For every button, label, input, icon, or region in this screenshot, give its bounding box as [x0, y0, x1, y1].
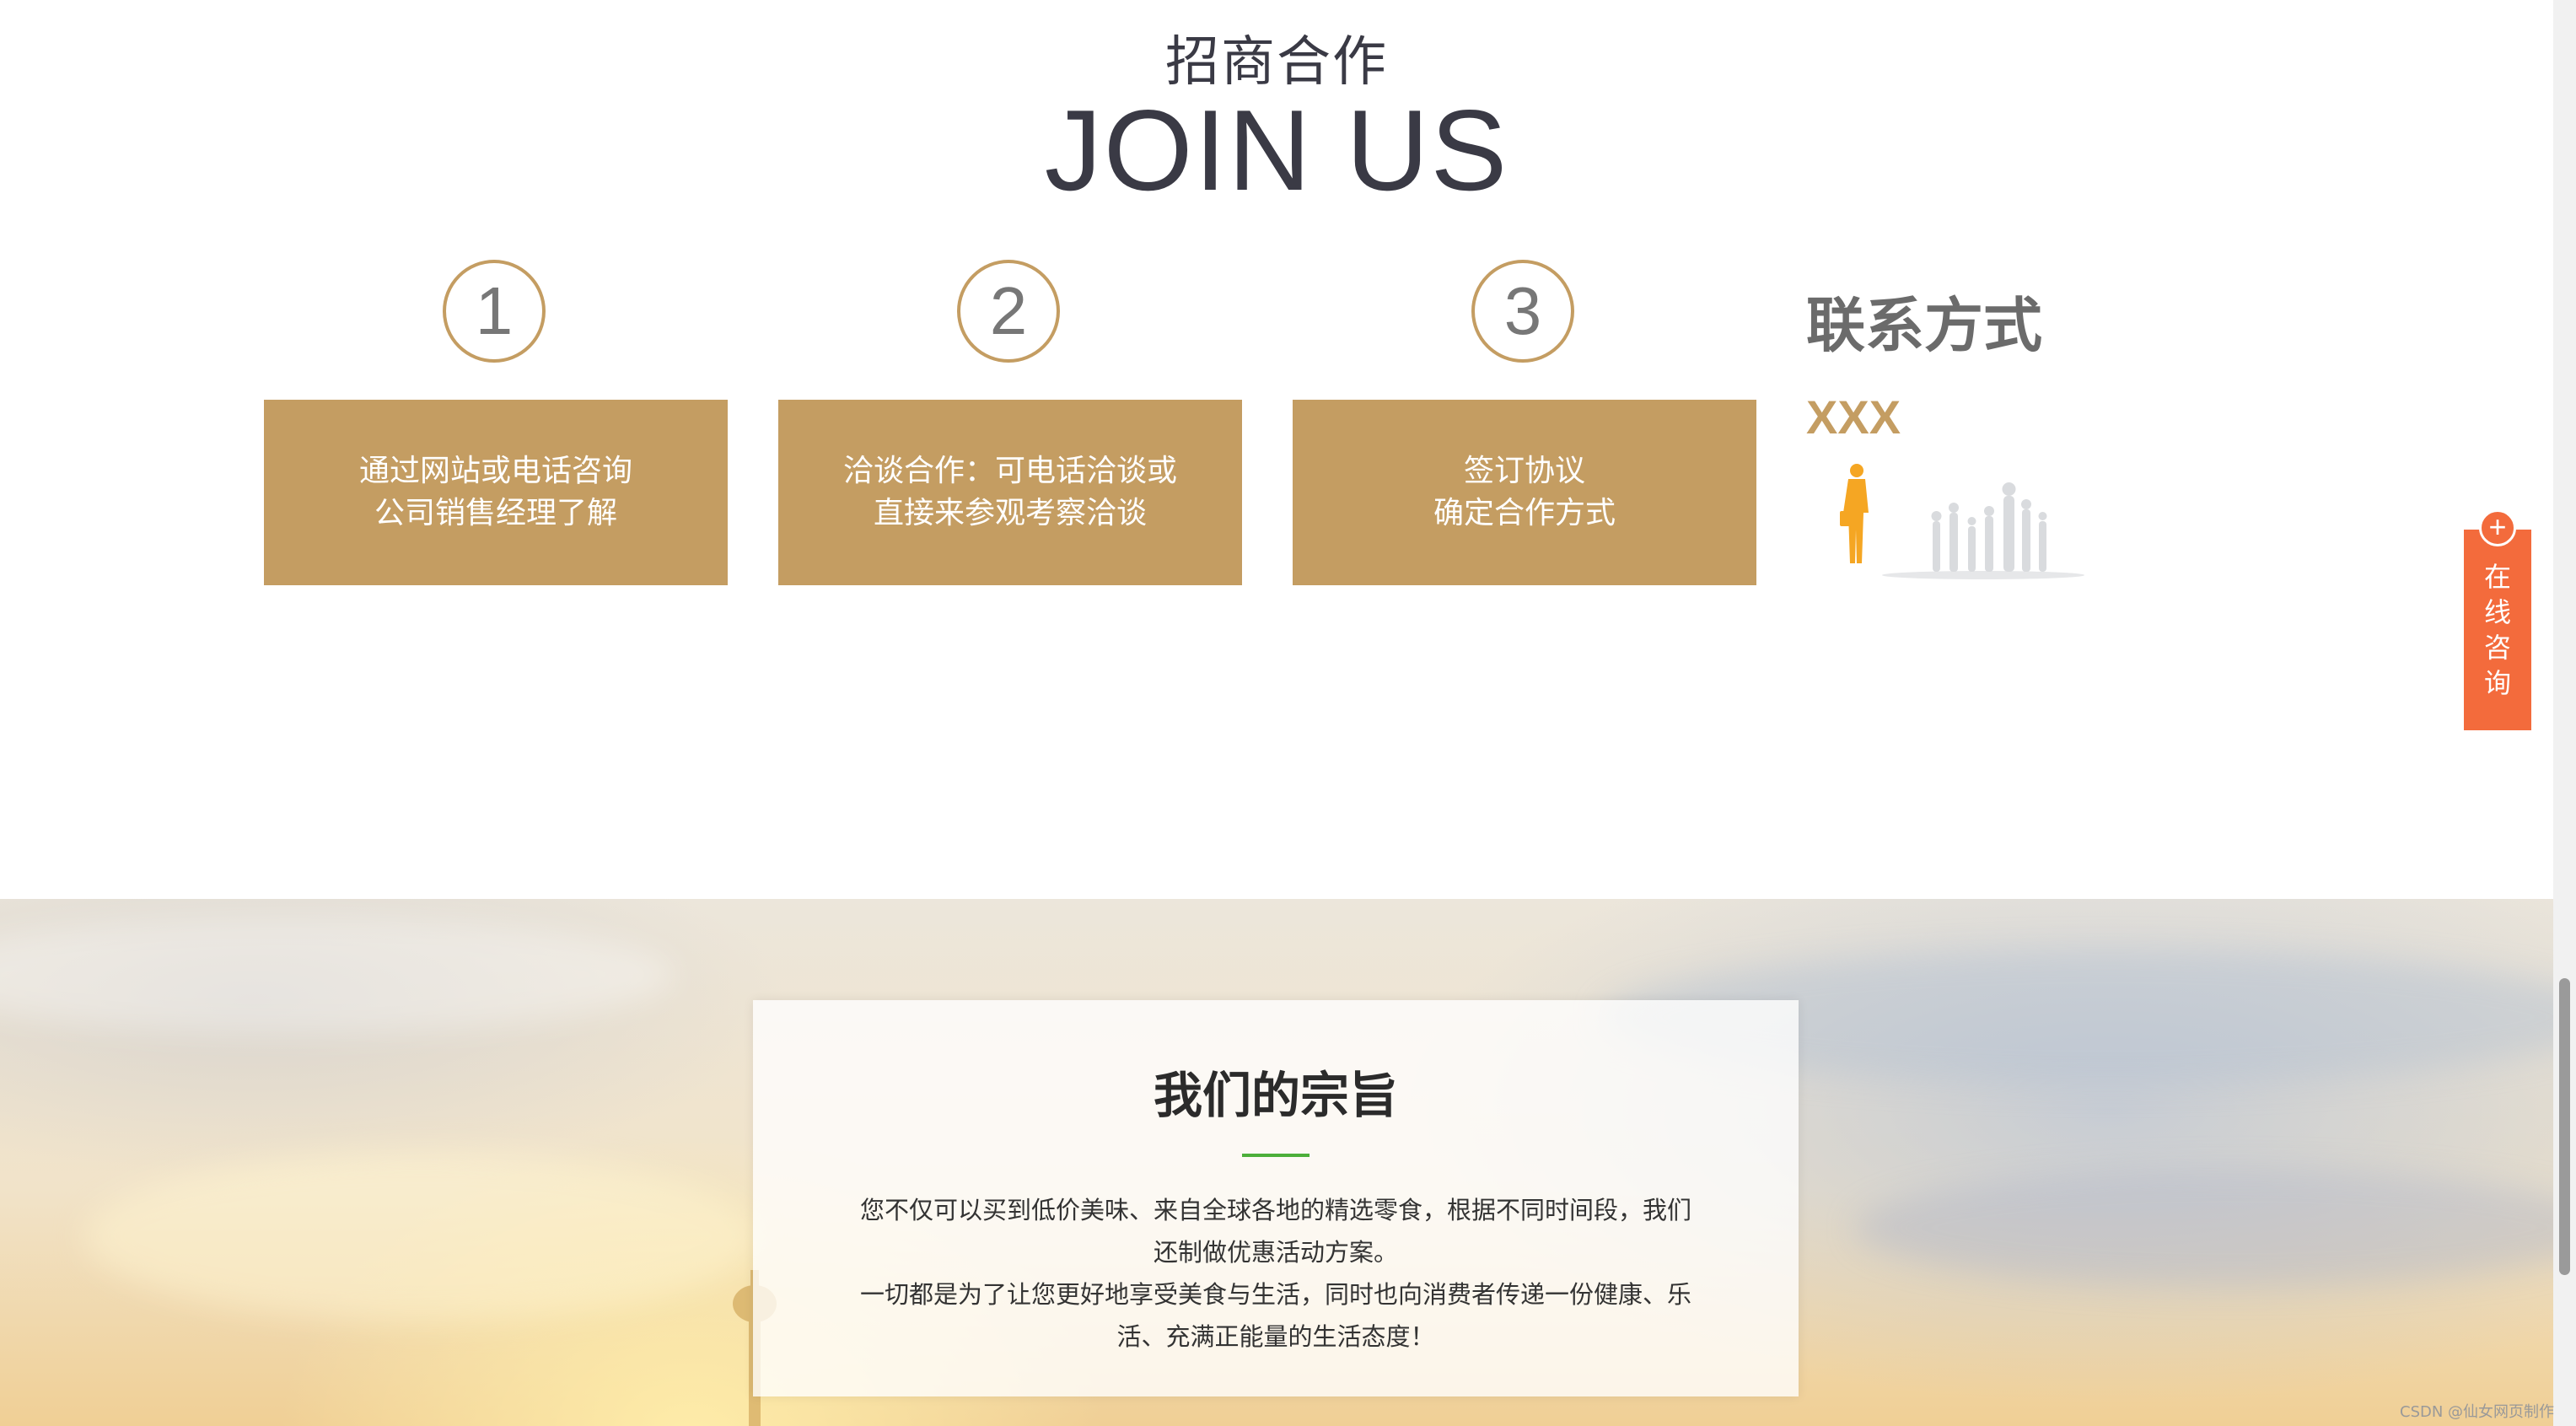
background-cloud — [84, 1152, 759, 1321]
contact-value: XXX — [1806, 390, 1901, 444]
consult-char-1: 在 — [2483, 561, 2511, 593]
plus-circle-icon[interactable]: + — [2479, 509, 2516, 546]
purpose-paragraph-1: 您不仅可以买到低价美味、来自全球各地的精选零食，根据不同时间段，我们还制做优惠活… — [859, 1196, 1691, 1267]
step-1-line-1: 通过网站或电话咨询 — [358, 454, 632, 488]
consult-char-3: 咨 — [2483, 632, 2511, 664]
consult-char-4: 询 — [2483, 667, 2511, 699]
join-us-section: 招商合作 JOIN US 1 2 3 通过网站或电话咨询 公司销售经理了解 洽谈… — [0, 0, 2553, 899]
step-2-number: 2 — [957, 260, 1060, 363]
page-scrollbar[interactable] — [2553, 0, 2576, 1426]
step-3-line-1: 签订协议 — [1463, 454, 1585, 488]
step-2-line-1: 洽谈合作：可电话洽谈或 — [842, 454, 1177, 488]
purpose-paragraph-2: 一切都是为了让您更好地享受美食与生活，同时也向消费者传递一份健康、乐活、充满正能… — [859, 1280, 1691, 1351]
step-3-line-2: 确定合作方式 — [1433, 496, 1616, 530]
watermark: CSDN @仙女网页制作 — [2400, 1403, 2555, 1421]
online-consult-button[interactable]: 在 线 咨 询 — [2464, 530, 2531, 730]
contact-title: 联系方式 — [1806, 291, 2042, 360]
scrollbar-thumb[interactable] — [2559, 978, 2570, 1275]
step-3-number: 3 — [1471, 260, 1574, 363]
consult-char-2: 线 — [2483, 596, 2511, 628]
businessman-illustration — [1840, 464, 2084, 579]
background-cloud — [1855, 1169, 2553, 1287]
purpose-section: 我们的宗旨 您不仅可以买到低价美味、来自全球各地的精选零食，根据不同时间段，我们… — [0, 899, 2553, 1426]
step-1-card: 通过网站或电话咨询 公司销售经理了解 — [264, 400, 728, 585]
step-2-line-2: 直接来参观考察洽谈 — [873, 496, 1147, 530]
step-2-card: 洽谈合作：可电话洽谈或 直接来参观考察洽谈 — [778, 400, 1242, 585]
step-1-line-2: 公司销售经理了解 — [374, 496, 617, 530]
purpose-title: 我们的宗旨 — [1153, 1067, 1398, 1124]
step-3-card: 签订协议 确定合作方式 — [1293, 400, 1756, 585]
section-title-en: JOIN US — [1044, 86, 1509, 214]
purpose-card: 我们的宗旨 您不仅可以买到低价美味、来自全球各地的精选零食，根据不同时间段，我们… — [753, 1000, 1799, 1396]
purpose-text: 您不仅可以买到低价美味、来自全球各地的精选零食，根据不同时间段，我们还制做优惠活… — [854, 1189, 1697, 1358]
step-1-number: 1 — [443, 260, 546, 363]
page: 招商合作 JOIN US 1 2 3 通过网站或电话咨询 公司销售经理了解 洽谈… — [0, 0, 2576, 1426]
purpose-divider — [1242, 1154, 1310, 1157]
background-cloud — [0, 916, 675, 1034]
